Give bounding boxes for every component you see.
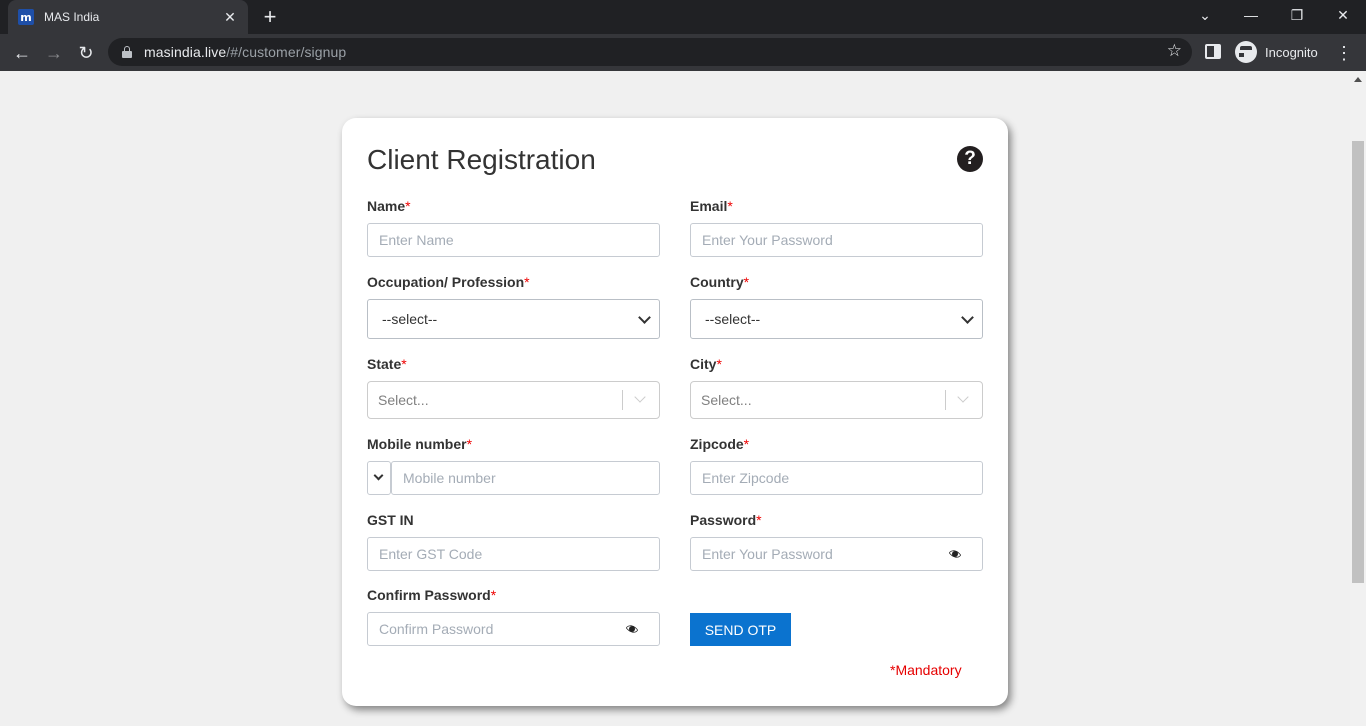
chevron-down-icon xyxy=(373,470,384,481)
occupation-selected-value: --select-- xyxy=(382,311,438,327)
minimize-icon[interactable]: — xyxy=(1228,0,1274,30)
country-selected-value: --select-- xyxy=(705,311,761,327)
zipcode-input[interactable] xyxy=(690,461,983,495)
side-panel-icon[interactable] xyxy=(1205,44,1221,59)
registration-card: Client Registration ? Name* Email* Occup… xyxy=(342,118,1008,706)
name-input[interactable] xyxy=(367,223,660,257)
new-tab-icon[interactable]: + xyxy=(260,5,280,29)
incognito-label: Incognito xyxy=(1265,44,1318,60)
gst-label: GST IN xyxy=(367,512,414,528)
email-label: Email* xyxy=(690,198,733,214)
mandatory-note: *Mandatory xyxy=(890,662,962,678)
bookmark-star-icon[interactable]: ☆ xyxy=(1167,41,1182,61)
close-window-icon[interactable]: ✕ xyxy=(1320,0,1366,30)
reload-icon[interactable]: ↻ xyxy=(72,39,100,67)
chevron-down-icon[interactable] xyxy=(957,391,969,403)
name-label: Name* xyxy=(367,198,411,214)
country-select[interactable]: --select-- xyxy=(690,299,983,339)
close-tab-icon[interactable]: ✕ xyxy=(222,9,238,26)
mobile-input[interactable] xyxy=(391,461,660,495)
confirm-password-input[interactable] xyxy=(367,612,660,646)
city-placeholder: Select... xyxy=(701,392,752,408)
eye-icon[interactable] xyxy=(948,547,962,561)
page-title: Client Registration xyxy=(367,144,596,175)
forward-arrow-icon[interactable]: → xyxy=(40,39,68,67)
password-input[interactable] xyxy=(690,537,983,571)
country-code-select[interactable] xyxy=(367,461,391,495)
city-select[interactable]: Select... xyxy=(690,381,983,419)
scroll-up-arrow-icon[interactable] xyxy=(1354,77,1362,82)
page-scrollbar[interactable] xyxy=(1350,71,1366,726)
restore-icon[interactable]: ❐ xyxy=(1274,0,1320,30)
url-text: masindia.live/#/customer/signup xyxy=(144,44,347,60)
occupation-select[interactable]: --select-- xyxy=(367,299,660,339)
send-otp-button[interactable]: SEND OTP xyxy=(690,613,791,646)
country-label: Country* xyxy=(690,274,750,290)
chevron-down-icon[interactable] xyxy=(634,391,646,403)
browser-menu-icon[interactable]: ⋮ xyxy=(1335,39,1353,67)
eye-icon[interactable] xyxy=(625,622,639,636)
zipcode-label: Zipcode* xyxy=(690,436,750,452)
state-select[interactable]: Select... xyxy=(367,381,660,419)
favicon-icon: m xyxy=(18,9,34,25)
tab-search-icon[interactable]: ⌄ xyxy=(1182,0,1228,30)
chevron-down-icon xyxy=(961,311,974,324)
email-input[interactable] xyxy=(690,223,983,257)
select-separator xyxy=(945,390,946,410)
back-arrow-icon[interactable]: ← xyxy=(8,39,36,67)
lock-icon[interactable] xyxy=(122,46,132,58)
chevron-down-icon xyxy=(638,311,651,324)
incognito-profile[interactable]: Incognito xyxy=(1232,37,1324,67)
address-bar[interactable]: masindia.live/#/customer/signup ☆ xyxy=(108,38,1192,66)
mobile-label: Mobile number* xyxy=(367,436,473,452)
tab-title: MAS India xyxy=(44,10,100,24)
select-separator xyxy=(622,390,623,410)
confirm-password-label: Confirm Password* xyxy=(367,587,497,603)
city-label: City* xyxy=(690,356,722,372)
browser-toolbar: ← → ↻ masindia.live/#/customer/signup ☆ … xyxy=(0,34,1366,71)
occupation-label: Occupation/ Profession* xyxy=(367,274,530,290)
help-question-icon[interactable]: ? xyxy=(957,146,983,172)
password-label: Password* xyxy=(690,512,762,528)
browser-tab-strip: m MAS India ✕ + ⌄ — ❐ ✕ xyxy=(0,0,1366,34)
state-label: State* xyxy=(367,356,407,372)
browser-tab[interactable]: m MAS India ✕ xyxy=(8,0,248,34)
incognito-icon xyxy=(1235,41,1263,63)
gst-input[interactable] xyxy=(367,537,660,571)
scrollbar-thumb[interactable] xyxy=(1352,141,1364,583)
state-placeholder: Select... xyxy=(378,392,429,408)
